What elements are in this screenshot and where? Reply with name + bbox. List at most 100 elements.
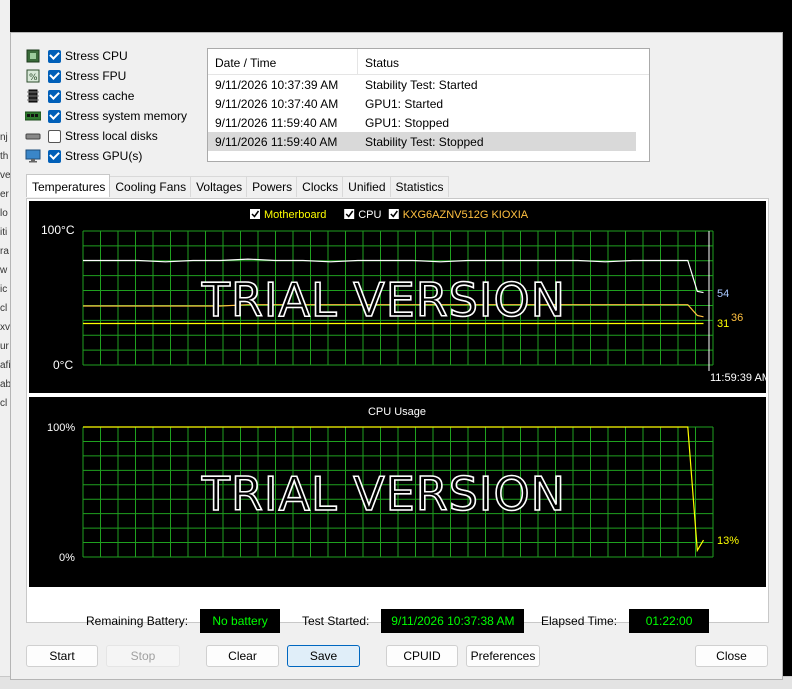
background-text-fragment: ra <box>0 246 9 257</box>
stress-option-checkbox[interactable] <box>48 109 61 123</box>
stress-option-label[interactable]: Stress local disks <box>65 129 158 143</box>
stress-option[interactable]: Stress cache <box>25 87 134 105</box>
background-text-fragment: er <box>0 189 9 200</box>
test-started-status: Test Started: 9/11/2026 10:37:38 AM <box>302 609 525 633</box>
log-row[interactable]: 9/11/2026 11:59:40 AM Stability Test: Sto… <box>208 132 636 151</box>
legend-checkbox[interactable] <box>344 209 355 219</box>
legend-item[interactable]: KXG6AZNV512G KIOXIA <box>388 209 529 221</box>
elapsed-time-label: Elapsed Time: <box>541 614 618 628</box>
log-time: 9/11/2026 10:37:39 AM <box>215 77 339 92</box>
log-row[interactable]: 9/11/2026 10:37:40 AM GPU1: Started <box>208 94 649 113</box>
cpu-graph-title: CPU Usage <box>368 406 426 418</box>
stress-option[interactable]: Stress GPU(s) <box>25 147 142 165</box>
test-started-label: Test Started: <box>302 614 370 628</box>
background-text-fragment: lo <box>0 208 8 219</box>
background-text-fragment: iti <box>0 227 8 238</box>
graph-tabs: Temperatures Cooling Fans Voltages Powers Cl… <box>26 174 449 198</box>
battery-value: No battery <box>200 609 281 633</box>
svg-text:%: % <box>29 73 38 83</box>
temperature-graph: Motherboard CPU KXG6AZNV512G KIOXIA 100°C 0°… <box>29 201 766 393</box>
legend-label: KXG6AZNV512G KIOXIA <box>403 209 529 221</box>
log-status: GPU1: Stopped <box>365 115 450 130</box>
stress-option-checkbox[interactable] <box>48 49 61 63</box>
cpu-usage-value: 13% <box>717 535 739 547</box>
trial-watermark: TRIAL VERSION <box>201 273 566 327</box>
log-time: 9/11/2026 10:37:40 AM <box>215 96 339 111</box>
save-button[interactable]: Save <box>287 645 360 667</box>
test-started-value: 9/11/2026 10:37:38 AM <box>381 609 525 633</box>
elapsed-time-value: 01:22:00 <box>629 609 710 633</box>
background-text-fragment: ur <box>0 341 9 352</box>
close-button[interactable]: Close <box>695 645 768 667</box>
log-header: Date / Time Status <box>208 49 649 75</box>
stress-option-label[interactable]: Stress CPU <box>65 49 128 63</box>
stress-option[interactable]: Stress system memory <box>25 107 187 125</box>
status-log[interactable]: Date / Time Status 9/11/2026 10:37:39 AM… <box>207 48 650 162</box>
tab-temperatures[interactable]: Temperatures <box>26 174 111 197</box>
tab-statistics[interactable]: Statistics <box>389 176 449 197</box>
background-text-fragment: afi <box>0 360 10 371</box>
tab-unified[interactable]: Unified <box>342 176 391 197</box>
legend-item[interactable]: Motherboard <box>250 209 326 221</box>
motherboard-temp-value: 31 <box>717 318 729 330</box>
battery-status: Remaining Battery: No battery <box>86 609 281 633</box>
background-text-fragment: ic <box>0 284 8 295</box>
stop-button[interactable]: Stop <box>106 645 180 667</box>
stress-option[interactable]: % Stress FPU <box>25 67 126 85</box>
stress-option-checkbox[interactable] <box>48 129 61 143</box>
elapsed-time-status: Elapsed Time: 01:22:00 <box>541 609 710 633</box>
tab-clocks[interactable]: Clocks <box>296 176 344 197</box>
tab-powers[interactable]: Powers <box>246 176 298 197</box>
log-row[interactable]: 9/11/2026 10:37:39 AM Stability Test: Sta… <box>208 75 649 94</box>
log-header-status[interactable]: Status <box>358 49 649 74</box>
log-status: Stability Test: Started <box>365 77 478 92</box>
fpu-chip-icon: % <box>25 68 41 84</box>
cache-chip-icon <box>25 88 41 104</box>
start-button[interactable]: Start <box>26 645 98 667</box>
tab-cooling-fans[interactable]: Cooling Fans <box>109 176 192 197</box>
monitor-icon <box>25 148 41 164</box>
log-status: Stability Test: Stopped <box>365 134 484 149</box>
log-header-datetime[interactable]: Date / Time <box>208 49 358 74</box>
stress-option-checkbox[interactable] <box>48 89 61 103</box>
disk-temp-value: 36 <box>731 312 743 324</box>
clear-button[interactable]: Clear <box>206 645 279 667</box>
time-label: 11:59:39 AM <box>710 372 766 384</box>
stress-option-checkbox[interactable] <box>48 69 61 83</box>
stress-option-label[interactable]: Stress GPU(s) <box>65 149 142 163</box>
trial-watermark: TRIAL VERSION <box>201 467 566 521</box>
cpu-usage-graph: CPU Usage 100% 0% TRIAL VERSION 13% <box>29 397 766 587</box>
stress-option-checkbox[interactable] <box>48 149 61 163</box>
background-window-strip: nj th ve er lo iti ra w ic cl xv ur afi ab cl <box>0 0 10 689</box>
stress-option[interactable]: Stress CPU <box>25 47 128 65</box>
legend-checkbox[interactable] <box>250 209 260 219</box>
stress-option[interactable]: Stress local disks <box>25 127 158 145</box>
legend-label: CPU <box>358 209 381 221</box>
stress-option-label[interactable]: Stress FPU <box>65 69 126 83</box>
battery-label: Remaining Battery: <box>86 614 189 628</box>
background-text-fragment: th <box>0 151 9 162</box>
background-text-fragment: nj <box>0 132 8 143</box>
y-axis-top-label: 100°C <box>41 223 75 237</box>
background-text-fragment: cl <box>0 303 8 314</box>
stress-option-label[interactable]: Stress cache <box>65 89 134 103</box>
cpu-temp-value: 54 <box>717 288 729 300</box>
background-text-fragment: ve <box>0 170 10 181</box>
log-status: GPU1: Started <box>365 96 444 111</box>
cpu-chip-icon <box>25 48 41 64</box>
y-axis-top-label: 100% <box>47 422 75 434</box>
background-text-fragment: w <box>0 265 8 276</box>
legend-item[interactable]: CPU <box>344 209 381 221</box>
background-text-fragment: cl <box>0 398 8 409</box>
preferences-button[interactable]: Preferences <box>466 645 540 667</box>
legend-label: Motherboard <box>264 209 326 221</box>
tab-panel-temperatures: Motherboard CPU KXG6AZNV512G KIOXIA 100°C 0°… <box>26 198 769 623</box>
log-row[interactable]: 9/11/2026 11:59:40 AM GPU1: Stopped <box>208 113 649 132</box>
legend-checkbox[interactable] <box>388 209 399 219</box>
cpuid-button[interactable]: CPUID <box>386 645 458 667</box>
stress-option-label[interactable]: Stress system memory <box>65 109 187 123</box>
tab-voltages[interactable]: Voltages <box>190 176 248 197</box>
background-text-fragment: ab <box>0 379 10 390</box>
log-time: 9/11/2026 11:59:40 AM <box>215 134 338 149</box>
log-time: 9/11/2026 11:59:40 AM <box>215 115 338 130</box>
